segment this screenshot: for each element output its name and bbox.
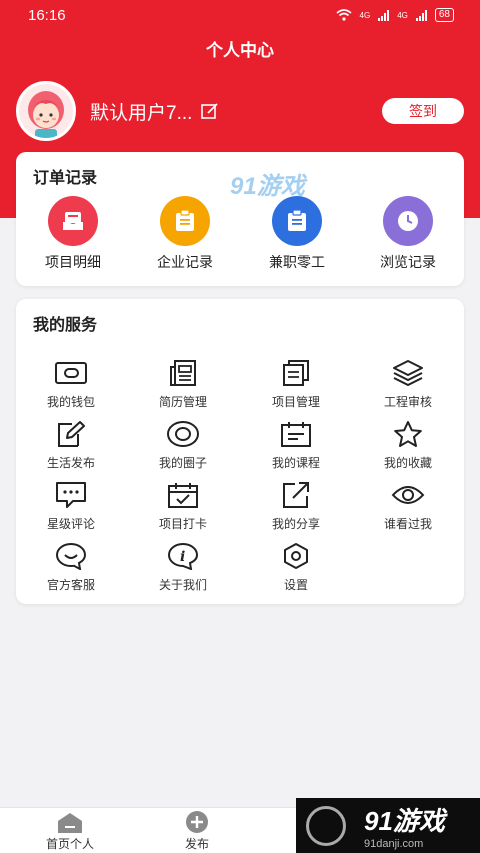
order-label: 兼职零工 xyxy=(269,254,325,270)
service-label: 我的课程 xyxy=(271,456,320,470)
tray-icon xyxy=(48,196,98,246)
wallet-icon xyxy=(26,359,116,387)
comment-icon xyxy=(26,481,116,509)
service-life-post[interactable]: 生活发布 xyxy=(26,420,116,471)
clock-icon xyxy=(383,196,433,246)
clipboard-icon xyxy=(160,196,210,246)
avatar-girl-icon xyxy=(19,84,73,138)
network-label-2: 4G xyxy=(397,10,408,20)
service-label: 项目打卡 xyxy=(158,517,207,531)
service-my-share[interactable]: 我的分享 xyxy=(251,481,341,532)
service-label: 生活发布 xyxy=(46,456,95,470)
circle-icon xyxy=(138,420,228,448)
order-item-part-time[interactable]: 兼职零工 xyxy=(252,196,342,272)
eye-icon xyxy=(363,481,453,509)
service-who-viewed-me[interactable]: 谁看过我 xyxy=(363,481,453,532)
page-title: 个人中心 xyxy=(206,41,274,60)
signin-button[interactable]: 签到 xyxy=(382,98,464,124)
order-item-project-detail[interactable]: 项目明细 xyxy=(28,196,118,272)
service-label: 谁看过我 xyxy=(383,517,432,531)
edit-note-icon xyxy=(26,420,116,448)
battery-icon: 68 xyxy=(434,8,454,22)
watermark-text: 91游戏 xyxy=(364,806,445,836)
home-icon xyxy=(25,808,115,834)
service-star-review[interactable]: 星级评论 xyxy=(26,481,116,532)
order-item-company-records[interactable]: 企业记录 xyxy=(140,196,230,272)
share-icon xyxy=(251,481,341,509)
order-records-title: 订单记录 xyxy=(33,170,98,187)
username: 默认用户7... xyxy=(90,102,193,124)
service-settings[interactable]: 设置 xyxy=(251,542,341,593)
service-label: 我的收藏 xyxy=(383,456,432,470)
hexagon-settings-icon xyxy=(251,542,341,570)
service-wallet[interactable]: 我的钱包 xyxy=(26,359,116,410)
service-label: 关于我们 xyxy=(158,578,207,592)
service-my-circle[interactable]: 我的圈子 xyxy=(138,420,228,471)
service-about-us[interactable]: i 关于我们 xyxy=(138,542,228,593)
service-project-management[interactable]: 项目管理 xyxy=(251,359,341,410)
clipboard-icon xyxy=(272,196,322,246)
course-icon xyxy=(251,420,341,448)
my-services-card: 我的服务 我的钱包 简历管理 项目管理 工程审核 生活发布 我的圈子 我的课程 … xyxy=(16,299,464,604)
service-label: 简历管理 xyxy=(158,395,207,409)
documents-icon xyxy=(251,359,341,387)
order-label: 项目明细 xyxy=(45,254,101,270)
watermark-site: 91danji.com xyxy=(364,838,424,850)
watermark-logo-icon xyxy=(306,806,346,846)
layers-icon xyxy=(363,359,453,387)
service-my-favorites[interactable]: 我的收藏 xyxy=(363,420,453,471)
status-time: 16:16 xyxy=(28,6,66,24)
star-icon xyxy=(363,420,453,448)
newspaper-icon xyxy=(138,359,228,387)
tab-label: 首页个人 xyxy=(45,837,94,851)
plus-circle-icon xyxy=(152,808,242,834)
service-label: 工程审核 xyxy=(383,395,432,409)
order-records-card: 订单记录 91游戏 项目明细 企业记录 兼职零工 浏览记录 xyxy=(16,152,464,286)
service-label: 官方客服 xyxy=(46,578,95,592)
service-label: 项目管理 xyxy=(271,395,320,409)
order-item-browse-history[interactable]: 浏览记录 xyxy=(363,196,453,272)
watermark-banner: 91游戏 91danji.com xyxy=(296,798,480,853)
status-bar: 16:16 4G 4G 68 xyxy=(0,0,480,30)
my-services-title: 我的服务 xyxy=(33,317,98,334)
tab-label: 发布 xyxy=(184,837,209,851)
profile-bar: 默认用户7... 签到 xyxy=(16,81,464,141)
service-engineering-review[interactable]: 工程审核 xyxy=(363,359,453,410)
service-label: 设置 xyxy=(283,578,308,592)
service-resume[interactable]: 简历管理 xyxy=(138,359,228,410)
avatar[interactable] xyxy=(16,81,76,141)
edit-icon[interactable] xyxy=(200,101,220,121)
service-label: 星级评论 xyxy=(46,517,95,531)
info-icon: i xyxy=(138,542,228,570)
service-customer-support[interactable]: 官方客服 xyxy=(26,542,116,593)
service-label: 我的圈子 xyxy=(158,456,207,470)
svg-text:i: i xyxy=(180,549,185,565)
chat-smile-icon xyxy=(26,542,116,570)
order-label: 企业记录 xyxy=(157,254,213,270)
tab-home[interactable]: 首页个人 xyxy=(25,808,115,852)
order-label: 浏览记录 xyxy=(380,254,436,270)
service-project-checkin[interactable]: 项目打卡 xyxy=(138,481,228,532)
wifi-icon xyxy=(336,9,352,21)
tab-publish[interactable]: 发布 xyxy=(152,808,242,852)
service-label: 我的钱包 xyxy=(46,395,95,409)
signal-icon xyxy=(378,9,390,21)
network-label-1: 4G xyxy=(359,10,371,20)
calendar-check-icon xyxy=(138,481,228,509)
service-my-courses[interactable]: 我的课程 xyxy=(251,420,341,471)
signal-icon-2 xyxy=(415,9,427,21)
service-label: 我的分享 xyxy=(271,517,320,531)
